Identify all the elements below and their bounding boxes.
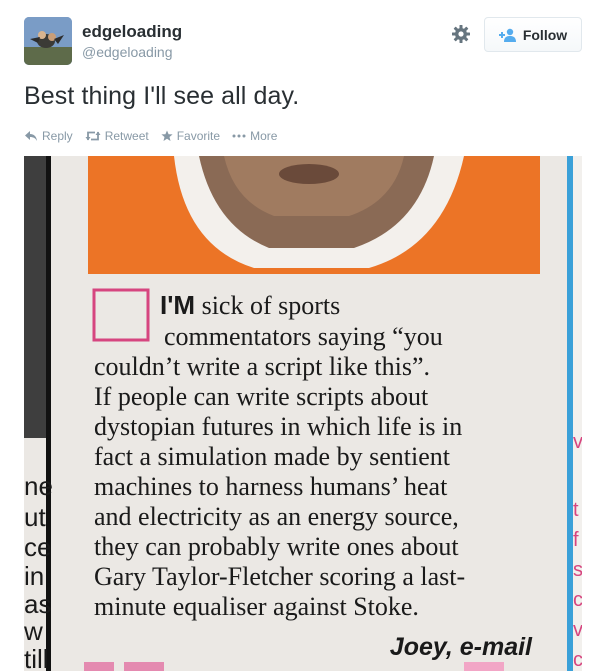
user-display-name[interactable]: edgeloading <box>82 22 182 42</box>
left-fragment-7: till <box>24 644 49 671</box>
right-fragment-4: s <box>573 559 582 581</box>
follow-label: Follow <box>522 26 568 43</box>
reply-label: Reply <box>42 129 73 143</box>
retweet-label: Retweet <box>104 129 149 143</box>
letter-line-8: and electricity as an energy source, <box>94 502 459 531</box>
letter-opening-word: I'M <box>160 290 195 320</box>
letter-line-1: I'M sick of sports <box>160 290 340 320</box>
reply-icon <box>25 131 37 141</box>
right-fragment-1: v <box>573 431 582 453</box>
add-user-icon <box>498 28 516 42</box>
left-fragment-5: as <box>24 589 51 619</box>
retweet-action[interactable]: Retweet <box>85 129 149 143</box>
retweet-icon <box>85 131 101 141</box>
letter-line-7: machines to harness humans’ heat <box>94 472 448 501</box>
letter-line-1-rest: sick of sports <box>195 291 340 320</box>
letter-line-3: couldn’t write a script like this”. <box>94 352 430 381</box>
letter-line-4: If people can write scripts about <box>94 382 429 411</box>
letter-signature: Joey, e-mail <box>390 633 533 661</box>
favorite-label: Favorite <box>176 129 221 143</box>
tweet-actions: Reply Retweet Favorite More <box>24 129 277 143</box>
right-fragment-3: f <box>573 529 579 551</box>
newspaper-clipping-image: ne ut ce in as w till v t f s c v c I'M … <box>24 156 582 671</box>
favorite-action[interactable]: Favorite <box>161 129 220 143</box>
reply-action[interactable]: Reply <box>24 129 73 143</box>
letter-line-9: they can probably write ones about <box>94 532 459 561</box>
left-fragment-4: in <box>24 561 44 591</box>
letter-line-5: dystopian futures in which life is in <box>94 412 462 441</box>
avatar[interactable] <box>24 17 72 65</box>
left-fragment-2: ut <box>24 502 46 532</box>
gear-icon[interactable] <box>451 24 471 44</box>
left-fragment-6: w <box>24 616 43 646</box>
letter-line-10: Gary Taylor-Fletcher scoring a last- <box>94 562 465 591</box>
right-fragment-7: c <box>573 649 582 671</box>
left-fragment-1: ne <box>24 471 53 501</box>
more-label: More <box>250 129 278 143</box>
right-fragment-5: c <box>573 589 582 611</box>
tweet-text: Best thing I'll see all day. <box>24 82 300 110</box>
letter-line-11: minute equaliser against Stoke. <box>94 592 419 621</box>
left-fragment-3: ce <box>24 532 51 562</box>
tweet-photo[interactable]: ne ut ce in as w till v t f s c v c I'M … <box>24 156 582 671</box>
follow-button[interactable]: Follow <box>484 17 582 52</box>
star-icon <box>161 130 173 141</box>
right-fragment-2: t <box>573 499 579 521</box>
user-handle[interactable]: @edgeloading <box>82 44 173 60</box>
more-action[interactable]: More <box>232 129 277 143</box>
avatar-image <box>24 17 72 65</box>
more-dots-icon <box>232 134 246 138</box>
letter-line-6: fact a simulation made by sentient <box>94 442 451 471</box>
letter-line-2: commentators saying “you <box>164 322 443 351</box>
right-fragment-6: v <box>573 619 582 641</box>
